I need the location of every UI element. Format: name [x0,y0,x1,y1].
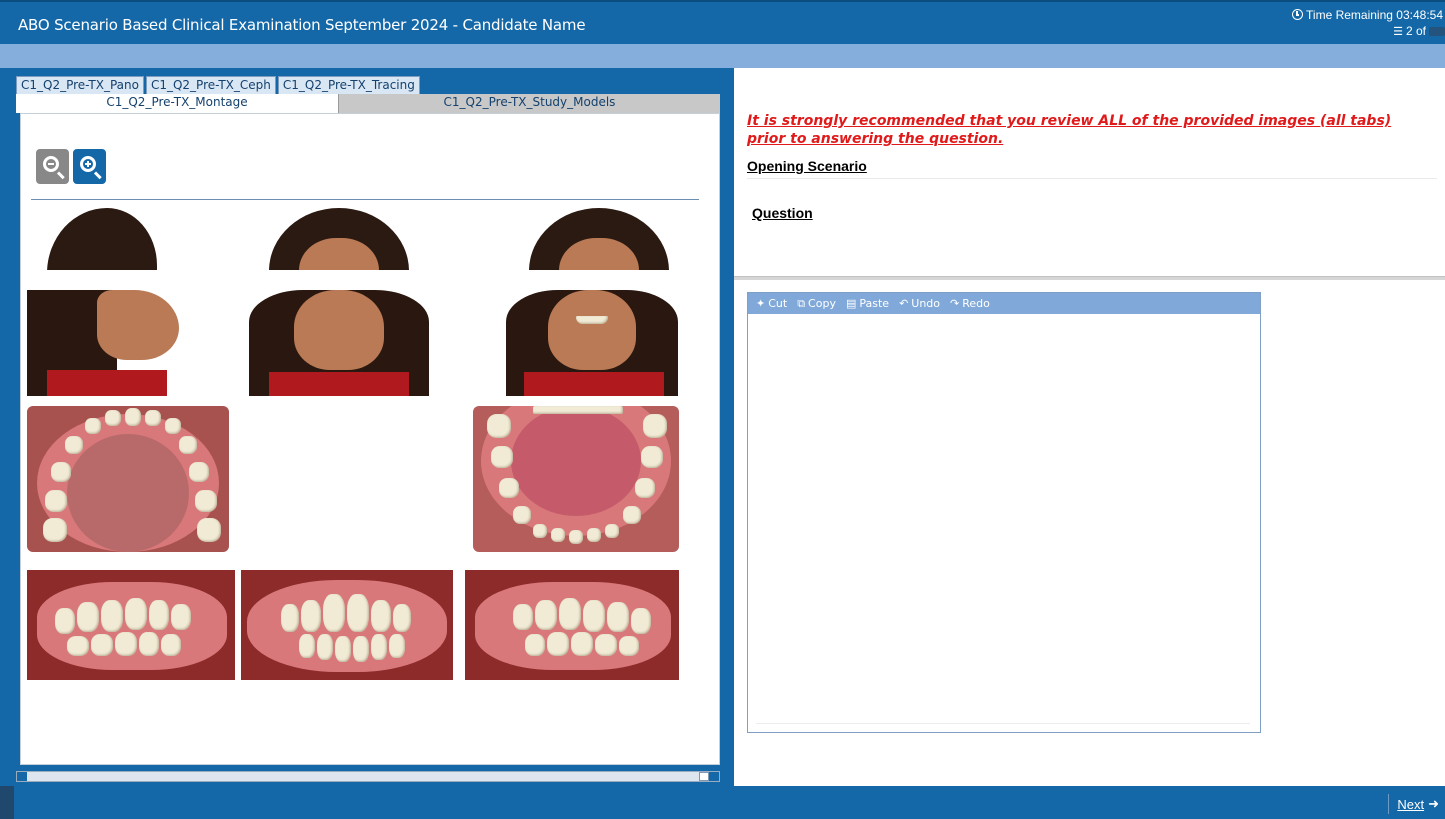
undo-icon: ↶ [899,297,909,310]
progress-bar [1429,26,1445,36]
title-bar: ABO Scenario Based Clinical Examination … [0,0,1445,44]
next-button[interactable]: Next ➜ [1388,794,1439,814]
cut-icon: ✦ [756,297,766,310]
photo-frontal-intraoral [241,570,453,680]
zoom-in-button[interactable] [73,149,106,184]
clock-icon [1292,9,1304,20]
photo-smile [506,290,678,396]
zoom-out-icon [43,156,59,172]
time-remaining: Time Remaining 03:48:54 [1292,8,1443,22]
paste-icon: ▤ [845,297,857,310]
cut-button[interactable]: ✦ Cut [756,297,787,310]
page-title: ABO Scenario Based Clinical Examination … [18,16,586,34]
tab-tracing[interactable]: C1_Q2_Pre-TX_Tracing [277,76,420,94]
paste-button[interactable]: ▤ Paste [846,297,889,310]
photo-left-buccal [465,570,679,680]
photo-upper-occlusal [27,406,229,552]
tab-pano[interactable]: C1_Q2_Pre-TX_Pano [16,76,144,94]
arrow-right-icon: ➜ [1428,796,1439,811]
tab-montage[interactable]: C1_Q2_Pre-TX_Montage [16,94,338,113]
photo-right-buccal [27,570,235,680]
next-label: Next [1397,796,1425,812]
image-pane: C1_Q2_Pre-TX_Pano C1_Q2_Pre-TX_Ceph C1_Q… [14,68,726,786]
undo-button[interactable]: ↶ Undo [899,297,940,310]
redo-icon: ↷ [950,297,960,310]
question-heading: Question [752,205,813,221]
tab-ceph[interactable]: C1_Q2_Pre-TX_Ceph [145,76,276,94]
list-icon: ☰ [1393,25,1403,38]
opening-scenario-heading: Opening Scenario [747,158,867,174]
scroll-right-arrow-icon[interactable] [709,772,719,781]
photo-smile-top [511,208,691,270]
photo-lower-occlusal [473,406,679,552]
editor-toolbar: ✦ Cut ⧉ Copy ▤ Paste ↶ Undo ↷ Redo [748,293,1260,314]
photo-frontal [249,290,429,396]
footer-bar: Next ➜ [0,786,1445,819]
progress-label: 2 of [1405,24,1426,38]
review-warning: It is strongly recommended that you revi… [747,113,1392,147]
photo-profile [27,290,187,396]
divider [734,276,1445,280]
pane-splitter[interactable] [726,68,734,786]
tab-row-bottom: C1_Q2_Pre-TX_Montage C1_Q2_Pre-TX_Study_… [16,94,720,113]
divider [747,178,1437,179]
horizontal-scrollbar[interactable] [16,771,720,782]
copy-button[interactable]: ⧉ Copy [797,297,836,311]
scroll-thumb[interactable] [699,772,709,781]
redo-button[interactable]: ↷ Redo [950,297,990,310]
footer-edge [0,786,14,819]
image-viewer[interactable] [20,113,720,765]
answer-editor: ✦ Cut ⧉ Copy ▤ Paste ↶ Undo ↷ Redo [747,292,1261,733]
answer-textarea[interactable] [748,314,1260,732]
toolbar-divider [31,199,699,200]
time-remaining-label: Time Remaining 03:48:54 [1306,8,1443,22]
zoom-out-button[interactable] [36,149,69,184]
scroll-left-arrow-icon[interactable] [17,772,27,781]
exam-window: ABO Scenario Based Clinical Examination … [0,0,1445,819]
tab-study-models[interactable]: C1_Q2_Pre-TX_Study_Models [338,94,720,113]
question-progress[interactable]: ☰ 2 of [1393,24,1445,38]
question-pane: It is strongly recommended that you revi… [734,68,1445,786]
tab-row-top: C1_Q2_Pre-TX_Pano C1_Q2_Pre-TX_Ceph C1_Q… [16,76,420,94]
sub-toolbar [0,44,1445,68]
photo-profile-top [39,208,189,270]
divider [756,723,1250,724]
copy-icon: ⧉ [797,296,806,310]
photo-frontal-top [251,208,431,270]
zoom-in-icon [80,156,96,172]
